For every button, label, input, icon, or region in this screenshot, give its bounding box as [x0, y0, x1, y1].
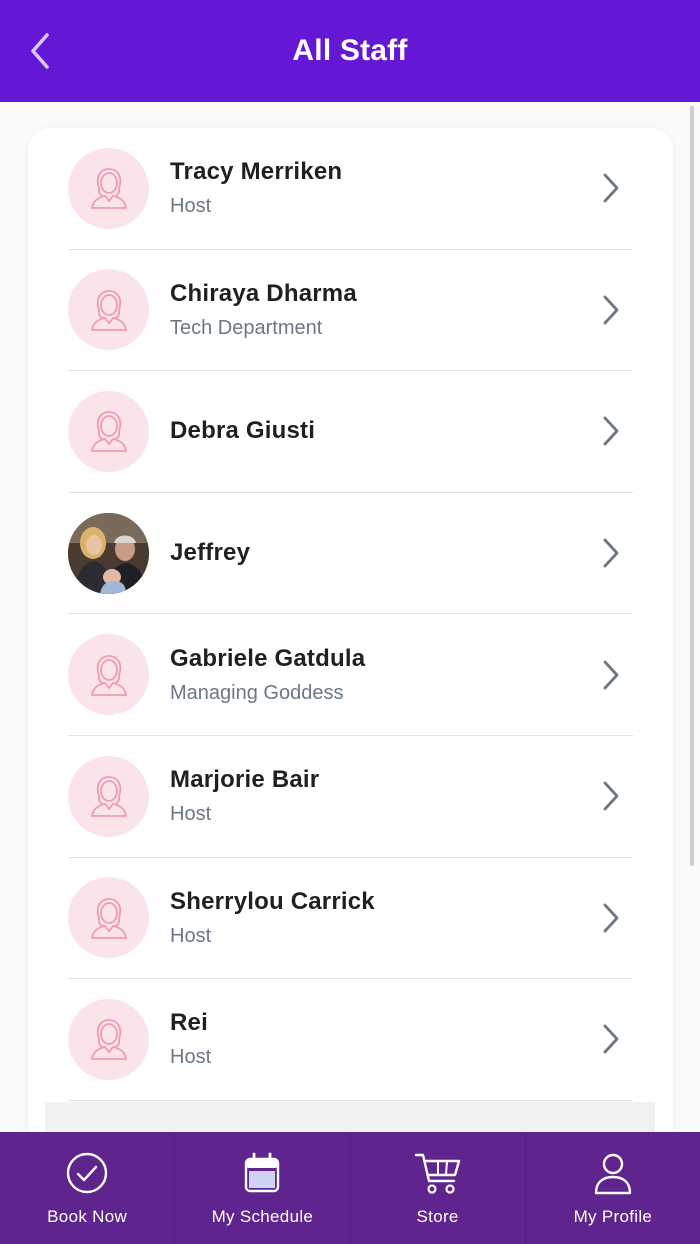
staff-text: Debra Giusti — [170, 417, 315, 445]
cart-icon — [414, 1153, 460, 1194]
nav-my-schedule[interactable]: My Schedule — [175, 1132, 351, 1244]
staff-name: Debra Giusti — [170, 417, 316, 445]
staff-row[interactable]: Debra Giusti — [68, 371, 633, 493]
person-placeholder-icon — [90, 1019, 127, 1061]
avatar — [68, 147, 149, 229]
staff-row[interactable]: Gabriele Gatdula Managing Goddess — [68, 614, 633, 736]
chevron-right-icon — [603, 1025, 619, 1054]
staff-role: Host — [170, 803, 212, 826]
avatar — [68, 998, 149, 1080]
page-title: All Staff — [292, 34, 408, 67]
staff-row[interactable]: Jeffrey — [68, 493, 633, 615]
staff-text: Sherrylou Carrick Host — [170, 888, 375, 948]
staff-name: Marjorie Bair — [170, 766, 320, 794]
nav-label: Store — [416, 1207, 459, 1226]
staff-card: Tracy Merriken Host Chiraya Dharma Tech … — [28, 128, 673, 1132]
avatar — [68, 634, 149, 716]
staff-scroll-area[interactable]: Tracy Merriken Host Chiraya Dharma Tech … — [0, 102, 700, 1132]
chevron-right-icon — [603, 660, 619, 690]
avatar — [68, 269, 149, 351]
nav-store[interactable]: Store — [351, 1132, 526, 1244]
staff-text: Marjorie Bair Host — [170, 766, 319, 826]
staff-name: Jeffrey — [170, 539, 251, 567]
avatar — [68, 755, 149, 837]
app-root: All Staff Tracy Merriken Host Chiraya Dh… — [0, 0, 700, 1244]
chevron-right-icon — [603, 173, 619, 203]
nav-label: Book Now — [47, 1207, 128, 1226]
staff-text: Gabriele Gatdula Managing Goddess — [170, 645, 365, 705]
staff-role: Tech Department — [170, 316, 323, 339]
nav-my-profile[interactable]: My Profile — [526, 1132, 700, 1244]
list-footer-placeholder — [45, 1102, 655, 1132]
staff-role: Host — [170, 924, 212, 947]
person-placeholder-icon — [90, 168, 127, 210]
nav-book-now[interactable]: Book Now — [0, 1132, 176, 1244]
staff-list: Tracy Merriken Host Chiraya Dharma Tech … — [68, 128, 633, 1101]
staff-text: Chiraya Dharma Tech Department — [170, 280, 357, 340]
staff-row[interactable]: Marjorie Bair Host — [68, 736, 633, 858]
staff-name: Chiraya Dharma — [170, 279, 357, 307]
staff-row[interactable]: Tracy Merriken Host — [68, 128, 633, 250]
staff-name: Sherrylou Carrick — [170, 887, 375, 915]
bottom-nav: Book Now My Schedule Store My Profile — [0, 1132, 700, 1244]
chevron-right-icon — [603, 781, 619, 811]
user-icon — [594, 1153, 632, 1195]
staff-row[interactable]: Sherrylou Carrick Host — [68, 858, 633, 980]
staff-role: Host — [170, 195, 212, 218]
person-placeholder-icon — [90, 289, 127, 331]
nav-label: My Schedule — [211, 1207, 314, 1226]
calendar-icon — [245, 1152, 280, 1193]
nav-label: My Profile — [573, 1207, 653, 1226]
person-placeholder-icon — [90, 654, 127, 696]
chevron-right-icon — [603, 295, 619, 325]
staff-role: Host — [170, 1046, 212, 1069]
staff-name: Gabriele Gatdula — [170, 644, 366, 672]
top-bar: All Staff — [0, 0, 700, 102]
chevron-right-icon — [603, 417, 619, 446]
staff-text: Jeffrey — [170, 539, 250, 567]
chevron-right-icon — [603, 538, 619, 568]
person-placeholder-icon — [90, 411, 127, 453]
staff-name: Rei — [170, 1009, 208, 1037]
avatar — [68, 390, 149, 472]
chevron-left-icon — [31, 33, 49, 69]
person-placeholder-icon — [90, 776, 127, 818]
avatar — [68, 877, 149, 959]
staff-row[interactable]: Chiraya Dharma Tech Department — [68, 250, 633, 372]
staff-text: Tracy Merriken Host — [170, 158, 342, 218]
staff-text: Rei Host — [170, 1009, 211, 1069]
chevron-right-icon — [603, 903, 619, 933]
staff-row[interactable]: Rei Host — [68, 979, 633, 1101]
staff-role: Managing Goddess — [170, 681, 344, 704]
avatar-photo — [68, 512, 149, 594]
profile-photo — [68, 512, 149, 594]
person-placeholder-icon — [90, 897, 127, 939]
back-button[interactable] — [20, 26, 60, 76]
scrollbar[interactable] — [690, 106, 694, 866]
check-circle-icon — [66, 1152, 108, 1194]
staff-name: Tracy Merriken — [170, 158, 343, 186]
